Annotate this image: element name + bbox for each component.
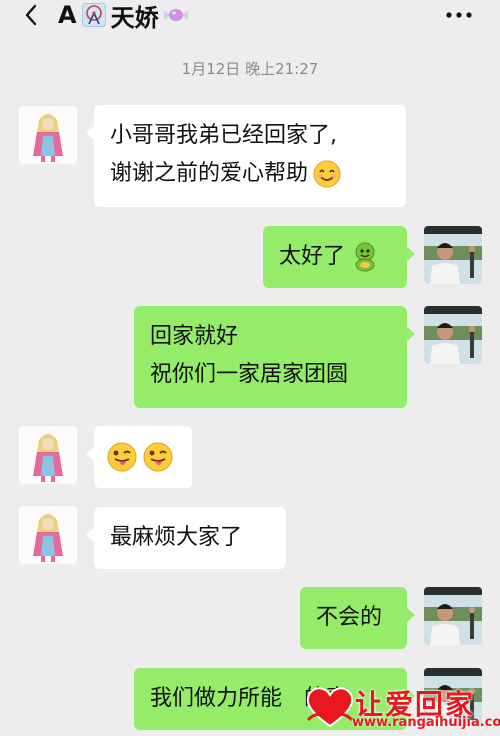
message-text: 回家就好 — [150, 324, 239, 349]
user-avatar[interactable] — [424, 226, 482, 284]
message-bubble-received[interactable] — [86, 426, 192, 488]
message-text: 祝你们一家居家团圆 — [150, 362, 349, 387]
contact-avatar[interactable] — [19, 506, 77, 564]
more-dots-icon — [446, 12, 472, 18]
message-text: 我们做力所能 — [150, 686, 283, 711]
person-photo-avatar-icon — [424, 306, 482, 364]
person-photo-avatar-icon — [424, 226, 482, 284]
anime-character-avatar-icon — [19, 426, 77, 484]
message-text: 最麻烦大家了 — [110, 525, 243, 550]
more-button[interactable] — [444, 3, 474, 27]
chat-title: A 天娇 — [58, 0, 189, 32]
winking-tongue-face-emoji-icon — [107, 442, 137, 472]
ferris-wheel-icon — [81, 2, 107, 28]
message-bubble-received[interactable]: 小哥哥我弟已经回家了, 谢谢之前的爱心帮助 — [86, 105, 406, 207]
heart-hands-logo-icon — [306, 687, 354, 728]
message-timestamp: 1月12日 晚上21:27 — [181, 60, 319, 78]
message-bubble-sent[interactable]: 太好了 — [263, 226, 415, 288]
contact-avatar[interactable] — [19, 106, 77, 164]
message-text: 小哥哥我弟已经回家了, — [110, 123, 337, 148]
anime-character-avatar-icon — [19, 106, 77, 164]
message-bubble-sent[interactable]: 不会的 — [300, 587, 415, 649]
anime-character-avatar-icon — [19, 506, 77, 564]
user-avatar[interactable] — [424, 587, 482, 645]
smiling-face-emoji-icon — [313, 160, 341, 188]
chat-title-prefix: A — [58, 1, 77, 29]
contact-avatar[interactable] — [19, 426, 77, 484]
chevron-left-icon — [25, 4, 37, 26]
user-avatar[interactable] — [424, 306, 482, 364]
message-text: 谢谢之前的爱心帮助 — [110, 161, 309, 186]
message-text: 不会的 — [316, 605, 383, 630]
message-bubble-sent[interactable]: 回家就好 祝你们一家居家团圆 — [134, 306, 415, 408]
winking-tongue-face-emoji-icon — [143, 442, 173, 472]
green-figure-emoji-icon — [355, 242, 375, 272]
candy-icon — [163, 2, 189, 28]
chat-title-name: 天娇 — [110, 3, 159, 32]
message-bubble-received[interactable]: 最麻烦大家了 — [86, 507, 286, 569]
watermark-url: www.rangaihuijia.com — [352, 715, 500, 730]
chat-header: A 天娇 — [0, 0, 500, 34]
back-button[interactable] — [18, 2, 44, 28]
person-photo-avatar-icon — [424, 587, 482, 645]
message-text: 太好了 — [279, 244, 346, 269]
